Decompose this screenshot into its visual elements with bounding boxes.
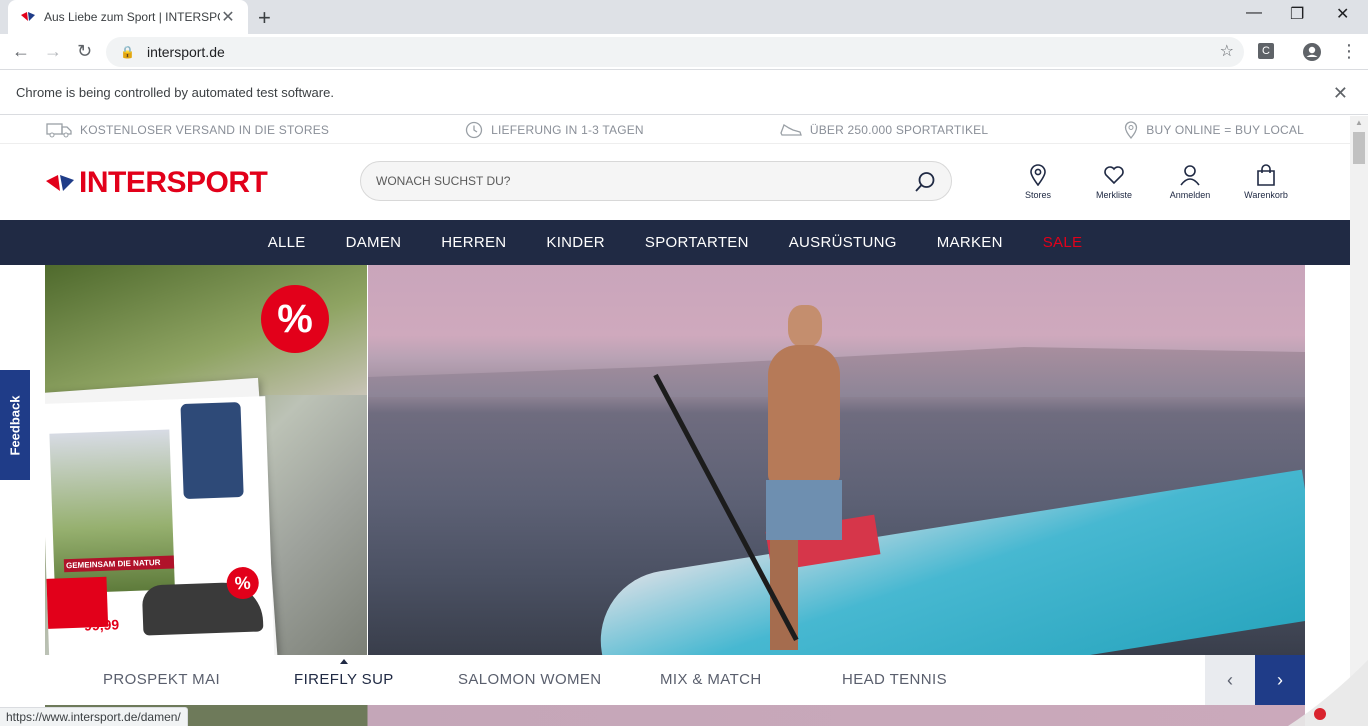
minimize-icon[interactable]: — (1246, 4, 1262, 22)
browser-tab-strip: Aus Liebe zum Sport | INTERSPORT ✕ + — ❐… (0, 0, 1368, 34)
usp-item: ÜBER 250.000 SPORTARTIKEL (780, 122, 988, 138)
nav-item-ausruestung[interactable]: AUSRÜSTUNG (789, 234, 897, 251)
usp-item: LIEFERUNG IN 1-3 TAGEN (465, 121, 644, 139)
search-placeholder: WONACH SUCHST DU? (376, 174, 511, 188)
lock-icon: 🔒 (120, 45, 135, 59)
jacket-photo (180, 402, 244, 500)
hero-tab-head-tennis[interactable]: HEAD TENNIS (842, 671, 947, 688)
screenpresso-watermark-icon (1288, 660, 1368, 726)
bookmark-star-icon[interactable]: ☆ (1220, 41, 1234, 61)
usp-item: KOSTENLOSER VERSAND IN DIE STORES (46, 122, 329, 138)
close-tab-icon[interactable]: ✕ (220, 7, 236, 27)
restore-icon[interactable]: ❐ (1290, 4, 1304, 24)
menu-kebab-icon[interactable]: ⋮ (1340, 41, 1358, 62)
automation-infobar: Chrome is being controlled by automated … (0, 71, 1368, 115)
usp-text: KOSTENLOSER VERSAND IN DIE STORES (80, 122, 330, 137)
shoe-icon (780, 123, 802, 136)
brochure-discount-badge: % (226, 566, 260, 600)
feedback-button[interactable]: Feedback (0, 370, 30, 480)
site-header: INTERSPORT WONACH SUCHST DU? Stores Merk… (0, 144, 1350, 220)
heart-icon (1104, 166, 1124, 185)
usp-item: BUY ONLINE = BUY LOCAL (1124, 120, 1304, 139)
paddler-figure (748, 305, 858, 650)
firefly-sup-image[interactable] (368, 265, 1305, 655)
tab-title: Aus Liebe zum Sport | INTERSPORT (44, 10, 220, 24)
nav-item-kinder[interactable]: KINDER (546, 234, 604, 251)
hero-tab-prospekt-mai[interactable]: PROSPEKT MAI (103, 671, 220, 688)
nav-item-herren[interactable]: HERREN (441, 234, 506, 251)
page-viewport: KOSTENLOSER VERSAND IN DIE STORES LIEFER… (0, 116, 1350, 726)
brochure-front-page: GEMEINSAM DIE NATUR 99,99 % (45, 396, 275, 655)
next-slide-preview (45, 705, 1305, 726)
paddler-torso (768, 345, 840, 485)
feedback-label: Feedback (7, 395, 23, 455)
url-text: intersport.de (146, 44, 225, 60)
cart-label: Warenkorb (1244, 190, 1288, 200)
browser-tab[interactable]: Aus Liebe zum Sport | INTERSPORT ✕ (8, 0, 248, 34)
user-icon (1180, 165, 1200, 186)
wishlist-link[interactable]: Merkliste (1076, 164, 1152, 200)
stores-link[interactable]: Stores (1000, 164, 1076, 200)
reload-icon[interactable]: ↻ (77, 41, 92, 62)
hero-prev-button[interactable]: ‹ (1205, 655, 1255, 705)
cart-link[interactable]: Warenkorb (1228, 164, 1304, 200)
hero-tab-mix-match[interactable]: MIX & MATCH (660, 671, 762, 688)
hero-tab-firefly-sup[interactable]: FIREFLY SUP (294, 659, 394, 688)
nav-item-marken[interactable]: MARKEN (937, 234, 1003, 251)
infobar-text: Chrome is being controlled by automated … (16, 85, 334, 100)
clock-icon (465, 121, 483, 138)
profile-icon[interactable] (1302, 42, 1322, 62)
nav-item-damen[interactable]: DAMEN (346, 234, 402, 251)
back-icon[interactable]: ← (12, 41, 30, 62)
prospekt-teaser-image[interactable]: % GEMEINSAM DIE NATUR 99,99 % (45, 265, 367, 655)
brochure-price: 99,99 (83, 616, 120, 634)
main-navigation: ALLE DAMEN HERREN KINDER SPORTARTEN AUSR… (0, 220, 1350, 265)
location-pin-icon (1125, 120, 1138, 139)
truck-icon (46, 122, 72, 137)
close-infobar-icon[interactable]: ✕ (1333, 83, 1348, 104)
nav-item-alle[interactable]: ALLE (268, 234, 306, 251)
forward-icon[interactable]: → (44, 41, 62, 62)
address-bar[interactable]: 🔒 intersport.de ☆ (106, 37, 1244, 67)
intersport-favicon-icon (21, 12, 35, 21)
discount-badge: % (261, 285, 329, 353)
shopping-bag-icon (1257, 164, 1275, 186)
scrollbar-thumb[interactable] (1353, 132, 1365, 164)
location-pin-icon (1030, 164, 1046, 186)
usp-text: ÜBER 250.000 SPORTARTIKEL (809, 122, 989, 137)
nav-item-sportarten[interactable]: SPORTARTEN (645, 234, 749, 251)
intersport-logo[interactable]: INTERSPORT (45, 166, 268, 200)
login-link[interactable]: Anmelden (1152, 164, 1228, 200)
scroll-up-icon[interactable]: ▲ (1355, 118, 1363, 127)
header-actions: Stores Merkliste Anmelden Warenkorb (1000, 164, 1304, 200)
extension-icon[interactable]: C (1258, 43, 1274, 59)
login-label: Anmelden (1169, 190, 1211, 200)
usp-text: BUY ONLINE = BUY LOCAL (1146, 122, 1304, 137)
close-window-icon[interactable]: ✕ (1336, 4, 1349, 24)
hero-tab-bar: PROSPEKT MAI FIREFLY SUP SALOMON WOMEN M… (45, 655, 1305, 705)
chevron-left-icon: ‹ (1227, 669, 1233, 690)
page-scrollbar[interactable]: ▲ (1350, 116, 1368, 726)
sup-board (590, 469, 1305, 655)
new-tab-icon[interactable]: + (258, 5, 271, 31)
browser-toolbar: ← → ↻ 🔒 intersport.de ☆ C ⋮ (0, 34, 1368, 70)
status-bar-url: https://www.intersport.de/damen/ (0, 707, 188, 726)
intersport-logo-mark-icon (46, 175, 74, 191)
search-icon[interactable] (913, 170, 937, 194)
wishlist-label: Merkliste (1095, 190, 1132, 200)
paddler-shorts (766, 480, 842, 540)
search-input[interactable]: WONACH SUCHST DU? (360, 161, 952, 201)
stores-label: Stores (1024, 190, 1051, 200)
hero-slider[interactable]: % GEMEINSAM DIE NATUR 99,99 % (45, 265, 1305, 655)
nav-item-sale[interactable]: SALE (1043, 234, 1083, 251)
paddler-head (788, 305, 822, 347)
logo-wordmark: INTERSPORT (79, 166, 268, 199)
hero-tab-salomon-women[interactable]: SALOMON WOMEN (458, 671, 602, 688)
usp-text: LIEFERUNG IN 1-3 TAGEN (491, 122, 644, 137)
usp-bar: KOSTENLOSER VERSAND IN DIE STORES LIEFER… (0, 116, 1350, 144)
